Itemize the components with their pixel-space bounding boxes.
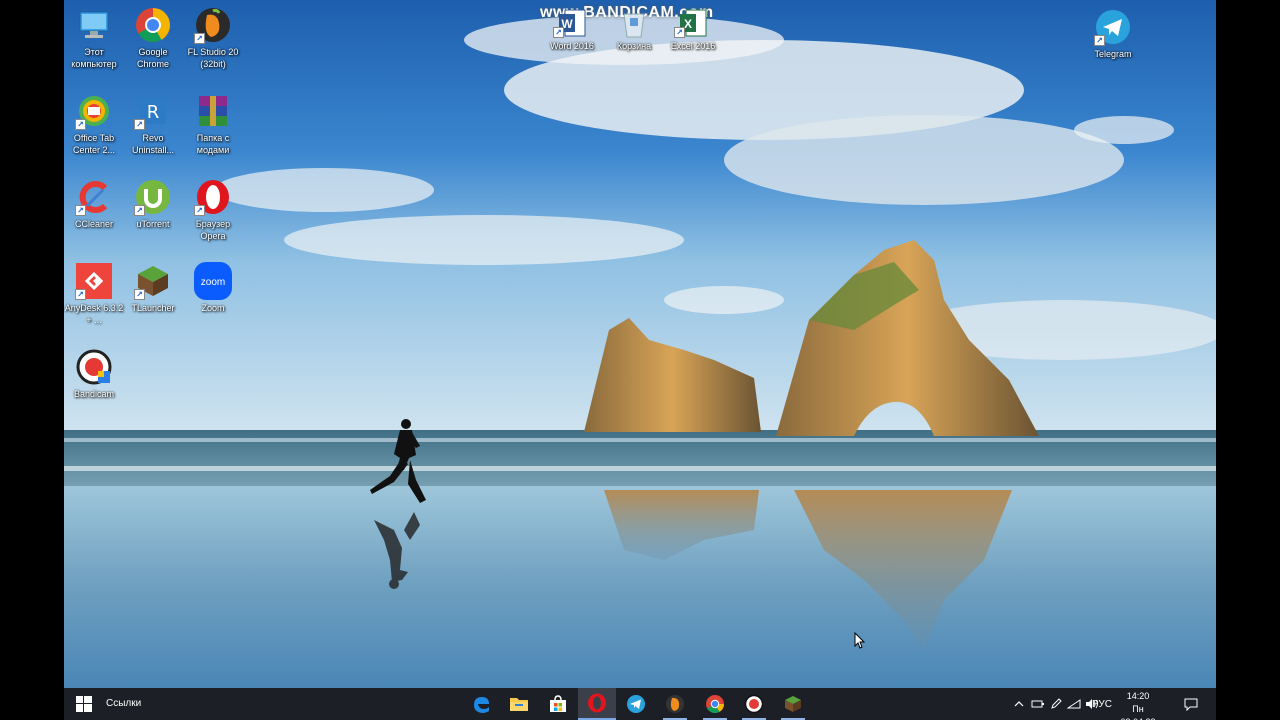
desktop-icon-mods-folder[interactable]: Папка с модами: [183, 92, 243, 156]
desktop-icon-label: AnyDesk 6.3.2 + ...: [64, 303, 124, 325]
chrome-icon: [706, 695, 724, 714]
store-icon: [550, 695, 566, 712]
taskbar-telegram[interactable]: [617, 688, 655, 720]
desktop-icon-label: Revo Uninstall...: [131, 133, 175, 155]
bandicam-icon: [744, 694, 764, 714]
desktop-icon-tlauncher[interactable]: ↗ TLauncher: [123, 262, 183, 314]
chrome-icon: [134, 6, 172, 44]
desktop-icon-ccleaner[interactable]: ↗ CCleaner: [64, 178, 124, 230]
taskbar-edge[interactable]: [462, 688, 500, 720]
desktop-icon-bandicam[interactable]: Bandicam: [64, 348, 124, 400]
revo-uninstaller-icon: R ↗: [134, 92, 172, 130]
ccleaner-icon: ↗: [75, 178, 113, 216]
desktop-icon-label: CCleaner: [74, 219, 114, 229]
svg-text:zoom: zoom: [201, 277, 225, 288]
clock-time: 14:20: [1126, 691, 1150, 701]
desktop-icon-word[interactable]: W ↗ Word 2016: [542, 8, 602, 52]
tlauncher-icon: [785, 696, 801, 712]
taskbar-fl-studio[interactable]: [656, 688, 694, 720]
desktop-icon-anydesk[interactable]: ↗ AnyDesk 6.3.2 + ...: [64, 262, 124, 326]
opera-icon: [588, 693, 606, 713]
tray-network[interactable]: [1066, 688, 1082, 720]
desktop-icon-fl-studio[interactable]: ↗ FL Studio 20 (32bit): [183, 6, 243, 70]
pen-icon: [1051, 698, 1062, 709]
tray-battery[interactable]: [1030, 688, 1046, 720]
desktop-icon-label: TLauncher: [131, 303, 175, 313]
excel-icon: X ↗: [674, 8, 712, 38]
desktop-icon-recycle-bin[interactable]: Корзина: [604, 8, 664, 52]
desktop-icon-label: Этот компьютер: [71, 47, 117, 69]
battery-icon: [1031, 700, 1044, 708]
telegram-icon: ↗: [1094, 8, 1132, 46]
taskbar-clock[interactable]: 14:20 Пн 03.04.23: [1114, 690, 1162, 720]
taskbar: Ссылки РУС 14:20 Пн: [64, 688, 1216, 720]
start-button[interactable]: [64, 688, 104, 720]
svg-text:R: R: [147, 102, 160, 123]
tray-pen[interactable]: [1048, 688, 1064, 720]
mouse-cursor-icon: [854, 632, 866, 649]
taskbar-bandicam[interactable]: [735, 688, 773, 720]
desktop-icon-label: Корзина: [616, 41, 652, 51]
fl-studio-icon: ↗: [194, 6, 232, 44]
fl-studio-icon: [666, 695, 684, 713]
wifi-icon: [1067, 699, 1081, 709]
action-center-button[interactable]: [1180, 688, 1202, 720]
taskbar-chrome[interactable]: [696, 688, 734, 720]
zoom-icon: zoom: [194, 262, 232, 300]
svg-text:X: X: [684, 17, 692, 31]
edge-icon: [474, 697, 489, 713]
opera-icon: ↗: [194, 178, 232, 216]
desktop-icon-label: Папка с модами: [196, 133, 230, 155]
tlauncher-icon: ↗: [134, 262, 172, 300]
desktop-icon-label: Bandicam: [73, 389, 115, 399]
word-icon: W ↗: [553, 8, 591, 38]
office-tab-icon: ↗: [75, 92, 113, 130]
recycle-bin-icon: [615, 8, 653, 38]
desktop-icon-label: Word 2016: [550, 41, 594, 51]
show-hidden-icons-button[interactable]: [1012, 688, 1026, 720]
desktop-icon-google-chrome[interactable]: Google Chrome: [123, 6, 183, 70]
desktop-icon-excel[interactable]: X ↗ Excel 2016: [663, 8, 723, 52]
desktop-icon-opera[interactable]: ↗ Браузер Opera: [183, 178, 243, 242]
this-pc-icon: [75, 6, 113, 44]
windows-logo-icon: [76, 696, 92, 712]
desktop-icon-label: uTorrent: [136, 219, 170, 229]
desktop-icon-utorrent[interactable]: ↗ uTorrent: [123, 178, 183, 230]
desktop-icon-revo-uninstaller[interactable]: R ↗ Revo Uninstall...: [123, 92, 183, 156]
bandicam-icon: [75, 348, 113, 386]
desktop-icon-label: Google Chrome: [136, 47, 169, 69]
anydesk-icon: ↗: [75, 262, 113, 300]
desktop-screen: www.BANDICAM.com Этот компьютер ↗ Office…: [64, 0, 1216, 720]
taskbar-store[interactable]: [539, 688, 577, 720]
desktop-icon-label: Telegram: [1094, 49, 1132, 59]
clock-date: Пн 03.04.23: [1120, 704, 1155, 720]
desktop-icon-this-pc[interactable]: Этот компьютер: [64, 6, 124, 70]
desktop-icon-label: Браузер Opera: [195, 219, 231, 241]
taskbar-file-explorer[interactable]: [500, 688, 538, 720]
taskbar-opera[interactable]: [578, 688, 616, 720]
utorrent-icon: ↗: [134, 178, 172, 216]
links-toolbar[interactable]: Ссылки: [106, 688, 141, 720]
chevron-up-icon: [1014, 701, 1024, 707]
desktop-icon-zoom[interactable]: zoom Zoom: [183, 262, 243, 314]
winrar-folder-icon: [194, 92, 232, 130]
taskbar-tlauncher[interactable]: [774, 688, 812, 720]
desktop-icon-label: Zoom: [201, 303, 225, 313]
telegram-icon: [627, 695, 645, 713]
desktop-icon-office-tab[interactable]: ↗ Office Tab Center 2...: [64, 92, 124, 156]
folder-icon: [510, 698, 528, 711]
notification-icon: [1184, 698, 1198, 711]
language-indicator[interactable]: РУС: [1090, 688, 1114, 720]
desktop-icon-label: Excel 2016: [670, 41, 716, 51]
desktop-icon-label: Office Tab Center 2...: [72, 133, 116, 155]
desktop-icon-telegram[interactable]: ↗ Telegram: [1083, 8, 1143, 60]
desktop-icon-label: FL Studio 20 (32bit): [187, 47, 239, 69]
